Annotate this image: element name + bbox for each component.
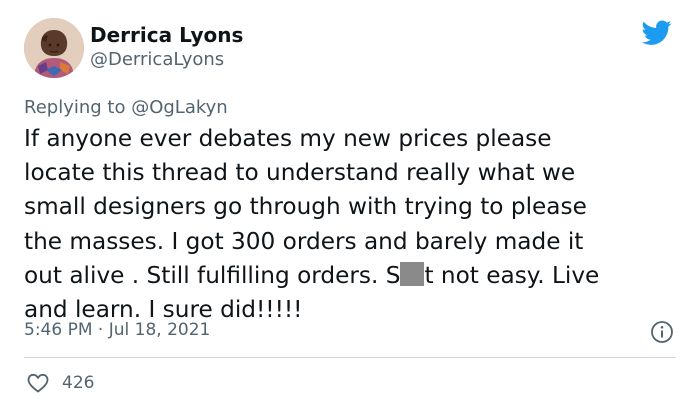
info-icon[interactable] (650, 320, 674, 344)
tweet-text: If anyone ever debates my new prices ple… (24, 122, 684, 327)
divider (24, 357, 676, 358)
tweet-card: Derrica Lyons @DerricaLyons Replying to … (0, 0, 700, 410)
avatar-image (24, 18, 84, 78)
censor-block (400, 261, 425, 286)
reply-mention-link[interactable]: @OgLakyn (131, 97, 228, 118)
avatar[interactable] (24, 18, 84, 78)
tweet-text-segment: t not easy. Live (424, 261, 600, 289)
like-count: 426 (62, 373, 95, 393)
replying-to: Replying to @OgLakyn (24, 96, 228, 120)
replying-to-prefix: Replying to (24, 97, 132, 118)
heart-icon[interactable] (26, 371, 50, 395)
twitter-bird-icon[interactable] (642, 20, 672, 46)
author-names: Derrica Lyons @DerricaLyons (90, 22, 243, 72)
tweet-text-line: locate this thread to understand really … (24, 159, 576, 187)
tweet-text-line: small designers go through with trying t… (24, 193, 587, 221)
tweet-text-segment: out alive . Still fulfilling orders. S (24, 261, 401, 289)
tweet-text-line: If anyone ever debates my new prices ple… (24, 125, 552, 152)
tweet-header: Derrica Lyons @DerricaLyons (24, 18, 676, 80)
tweet-text-line: out alive . Still fulfilling orders. S t … (24, 259, 684, 293)
like-button[interactable]: 426 (24, 370, 124, 396)
display-name[interactable]: Derrica Lyons (90, 22, 243, 48)
tweet-text-line: the masses. I got 300 orders and barely … (24, 227, 584, 255)
tweet-timestamp[interactable]: 5:46 PM · Jul 18, 2021 (24, 318, 210, 342)
author-handle[interactable]: @DerricaLyons (90, 48, 243, 72)
